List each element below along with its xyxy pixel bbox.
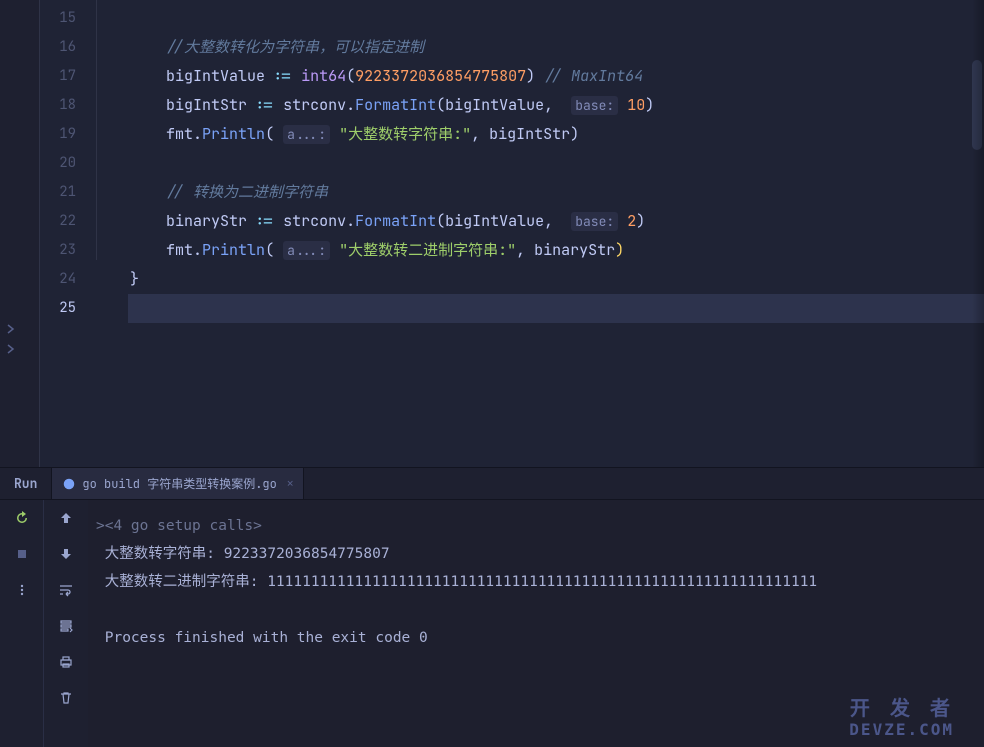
line-number: 15: [40, 4, 76, 33]
code-line[interactable]: binaryStr := strconv.FormatInt(bigIntVal…: [128, 207, 984, 236]
code-line[interactable]: //大整数转化为字符串，可以指定进制: [128, 33, 984, 62]
line-number-current: 25: [40, 294, 76, 323]
console-output[interactable]: ><4 go setup calls> 大整数转字符串: 92233720368…: [88, 500, 984, 747]
code-line[interactable]: // 转换为二进制字符串: [128, 178, 984, 207]
line-number: 22: [40, 207, 76, 236]
tree-expand-node[interactable]: [0, 319, 39, 339]
line-number-gutter: 15 16 17 18 19 20 21 22 23 24 25: [40, 0, 90, 467]
stop-button[interactable]: [12, 544, 32, 564]
console-line: 大整数转二进制字符串: 1111111111111111111111111111…: [96, 568, 976, 596]
up-arrow-icon[interactable]: [56, 508, 76, 528]
rerun-button[interactable]: [12, 508, 32, 528]
go-file-icon: [62, 477, 76, 491]
fold-column: [90, 0, 128, 467]
code-line[interactable]: bigIntValue := int64(9223372036854775807…: [128, 62, 984, 91]
print-icon[interactable]: [56, 652, 76, 672]
code-line-current[interactable]: [128, 294, 984, 323]
run-tabs: Run go build 字符串类型转换案例.go ✕: [0, 468, 984, 500]
close-icon[interactable]: ✕: [287, 477, 294, 491]
more-button[interactable]: [12, 580, 32, 600]
line-number: 16: [40, 33, 76, 62]
line-number: 21: [40, 178, 76, 207]
soft-wrap-icon[interactable]: [56, 580, 76, 600]
run-panel: Run go build 字符串类型转换案例.go ✕: [0, 467, 984, 747]
project-tree-gutter: [0, 0, 40, 467]
line-number: 18: [40, 91, 76, 120]
line-number: 17: [40, 62, 76, 91]
line-number: 19: [40, 120, 76, 149]
console-fold[interactable]: ><4 go setup calls>: [96, 512, 976, 540]
watermark: 开 发 者 DEVZE.COM: [849, 697, 954, 741]
code-line[interactable]: bigIntStr := strconv.FormatInt(bigIntVal…: [128, 91, 984, 120]
console-line: [96, 596, 976, 624]
code-line[interactable]: [128, 4, 984, 33]
code-line[interactable]: }: [128, 265, 984, 294]
run-body: ><4 go setup calls> 大整数转字符串: 92233720368…: [0, 500, 984, 747]
tree-expand-node[interactable]: [0, 339, 39, 359]
line-number: 24: [40, 265, 76, 294]
ide-root: 15 16 17 18 19 20 21 22 23 24 25 //大整数转化…: [0, 0, 984, 747]
run-toolbar-2: [44, 500, 88, 747]
console-line: 大整数转字符串: 9223372036854775807: [96, 540, 976, 568]
trash-icon[interactable]: [56, 688, 76, 708]
code-line[interactable]: [128, 149, 984, 178]
code-line[interactable]: fmt.Println( a...: "大整数转字符串:", bigIntStr…: [128, 120, 984, 149]
run-tab-title: go build 字符串类型转换案例.go: [82, 475, 276, 492]
code-line[interactable]: fmt.Println( a...: "大整数转二进制字符串:", binary…: [128, 236, 984, 265]
scroll-icon[interactable]: [56, 616, 76, 636]
run-tab-active[interactable]: go build 字符串类型转换案例.go ✕: [51, 468, 304, 499]
editor-area: 15 16 17 18 19 20 21 22 23 24 25 //大整数转化…: [0, 0, 984, 467]
minimap-edge: [972, 0, 984, 467]
run-toolbar: [0, 500, 44, 747]
down-arrow-icon[interactable]: [56, 544, 76, 564]
run-tab-label[interactable]: Run: [0, 475, 51, 492]
console-exit-line: Process finished with the exit code 0: [96, 624, 976, 652]
line-number: 23: [40, 236, 76, 265]
line-number: 20: [40, 149, 76, 178]
code-editor[interactable]: //大整数转化为字符串，可以指定进制 bigIntValue := int64(…: [128, 0, 984, 467]
